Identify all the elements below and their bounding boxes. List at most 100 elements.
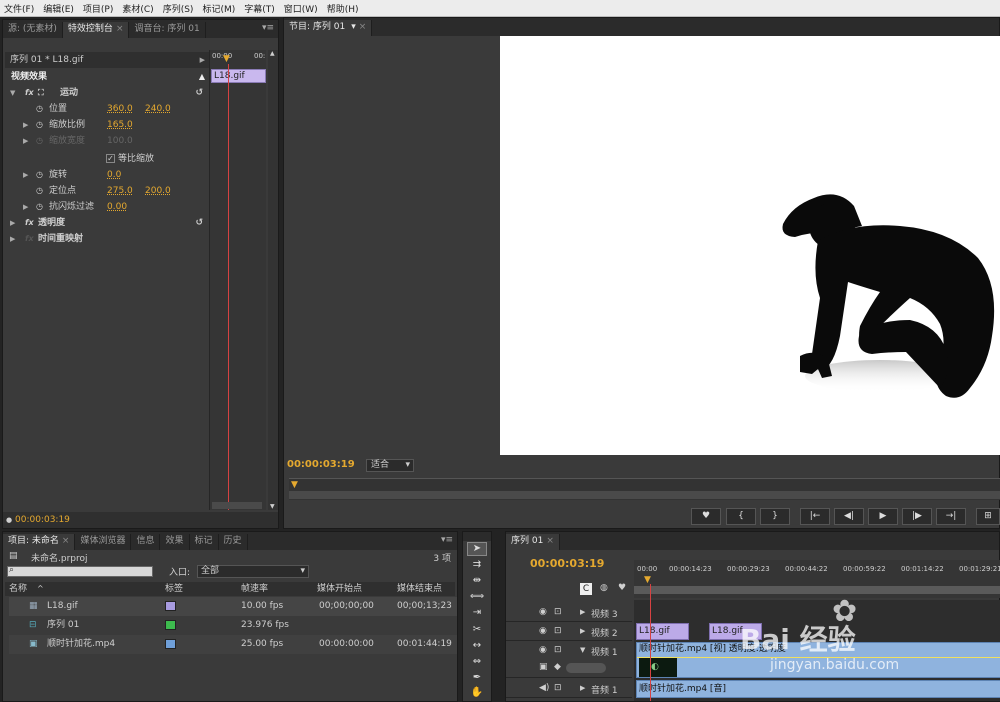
panel-menu-icon[interactable]: ▾≡ bbox=[441, 535, 453, 545]
column-name[interactable]: 名称 bbox=[9, 582, 27, 596]
scroll-up-icon[interactable]: ▲ bbox=[270, 50, 275, 57]
eye-icon[interactable]: ◉ bbox=[539, 645, 547, 655]
track-video-1[interactable]: ◉ ⊡ ▼ 视频 1 ▣ ◆ bbox=[506, 642, 632, 678]
in-dropdown[interactable]: 全部 ▾ bbox=[197, 565, 309, 578]
expand-triangle-icon[interactable]: ▶ bbox=[580, 627, 585, 635]
expand-triangle-icon[interactable]: ▶ bbox=[580, 684, 585, 692]
lock-icon[interactable]: ⊡ bbox=[554, 626, 562, 636]
close-icon[interactable]: × bbox=[62, 536, 70, 546]
menu-help[interactable]: 帮助(H) bbox=[327, 2, 359, 15]
close-icon[interactable]: × bbox=[116, 24, 124, 34]
close-icon[interactable]: × bbox=[546, 536, 554, 546]
expand-triangle-icon[interactable]: ▶ bbox=[10, 215, 15, 231]
effect-motion-row[interactable]: ▼ fx ⛶ 运动 ↺ bbox=[5, 85, 209, 101]
keyframe-nav[interactable] bbox=[566, 663, 606, 673]
export-frame-button[interactable]: ⊞ bbox=[976, 508, 1000, 525]
collapse-triangle-icon[interactable]: ▼ bbox=[580, 646, 585, 654]
reset-icon[interactable]: ↺ bbox=[195, 85, 203, 101]
expand-triangle-icon[interactable]: ▶ bbox=[23, 117, 28, 133]
ripple-edit-tool-icon[interactable]: ⇹ bbox=[467, 575, 487, 589]
scroll-down-icon[interactable]: ▼ bbox=[270, 503, 275, 510]
position-x-value[interactable]: 360.0 bbox=[107, 101, 133, 117]
scale-value[interactable]: 165.0 bbox=[107, 117, 133, 133]
track-video-2[interactable]: ◉ ⊡ ▶ 视频 2 bbox=[506, 623, 632, 641]
tab-source[interactable]: 源: (无素材) bbox=[3, 22, 63, 38]
expand-triangle-icon[interactable]: ▶ bbox=[580, 608, 585, 616]
track-video-3[interactable]: ◉ ⊡ ▶ 视频 3 bbox=[506, 604, 632, 622]
hand-tool-icon[interactable]: ✋ bbox=[467, 687, 487, 701]
play-triangle-icon[interactable]: ▶ bbox=[200, 52, 205, 68]
table-row[interactable]: ⊟ 序列 01 23.976 fps bbox=[9, 616, 457, 635]
go-to-in-button[interactable]: |← bbox=[800, 508, 830, 525]
step-back-button[interactable]: ◀| bbox=[834, 508, 864, 525]
speaker-icon[interactable]: ◀) bbox=[539, 683, 549, 693]
reset-icon[interactable]: ↺ bbox=[195, 215, 203, 231]
anchor-y-value[interactable]: 200.0 bbox=[145, 183, 171, 199]
uniform-scale-checkbox[interactable]: ✓ bbox=[106, 154, 115, 163]
lock-icon[interactable]: ⊡ bbox=[554, 607, 562, 617]
razor-tool-icon[interactable]: ✂ bbox=[467, 624, 487, 638]
tab-markers[interactable]: 标记 bbox=[190, 534, 219, 550]
tab-audio-mixer[interactable]: 调音台: 序列 01 bbox=[129, 22, 206, 38]
table-row[interactable]: ▦ L18.gif 10.00 fps 00;00;00;00 00;00;13… bbox=[9, 597, 457, 616]
expand-triangle-icon[interactable]: ▶ bbox=[23, 167, 28, 183]
menu-project[interactable]: 项目(P) bbox=[83, 2, 113, 15]
anchor-x-value[interactable]: 275.0 bbox=[107, 183, 133, 199]
stopwatch-icon[interactable]: ◷ bbox=[36, 101, 43, 117]
stopwatch-icon[interactable]: ◷ bbox=[36, 167, 43, 183]
collapse-up-icon[interactable]: ▲ bbox=[199, 69, 205, 85]
step-forward-button[interactable]: |▶ bbox=[902, 508, 932, 525]
zoom-scrollbar[interactable] bbox=[289, 491, 1000, 499]
playhead-marker-icon[interactable]: ▼ bbox=[223, 54, 230, 64]
eye-icon[interactable]: ◉ bbox=[539, 607, 547, 617]
tab-sequence[interactable]: 序列 01 × bbox=[506, 534, 560, 550]
tab-effect-controls[interactable]: 特效控制台 × bbox=[62, 22, 130, 38]
work-area-bar[interactable] bbox=[634, 586, 1000, 594]
stopwatch-icon[interactable]: ◷ bbox=[36, 183, 43, 199]
pen-tool-icon[interactable]: ✒ bbox=[467, 672, 487, 686]
slide-tool-icon[interactable]: ⇔ bbox=[467, 656, 487, 670]
dropdown-arrow-icon[interactable]: ▾ bbox=[351, 22, 356, 32]
lock-icon[interactable]: ⊡ bbox=[554, 645, 562, 655]
fit-dropdown[interactable]: 适合 ▾ bbox=[366, 459, 414, 472]
search-input[interactable]: ⌕ bbox=[7, 565, 153, 577]
effect-time-remap-row[interactable]: ▶ fx 时间重映射 bbox=[5, 231, 209, 247]
tab-program[interactable]: 节目: 序列 01 ▾ × bbox=[284, 20, 373, 36]
program-time-ruler[interactable]: ▼ bbox=[289, 478, 1000, 500]
timeline-playhead[interactable] bbox=[650, 584, 651, 701]
expand-triangle-icon[interactable]: ▶ bbox=[10, 231, 15, 247]
lock-icon[interactable]: ⊡ bbox=[554, 683, 562, 693]
label-color-swatch[interactable] bbox=[165, 620, 176, 630]
rolling-edit-tool-icon[interactable]: ⟺ bbox=[467, 591, 487, 605]
sequence-marker-icon[interactable]: ◍ bbox=[600, 583, 608, 593]
antiflicker-value[interactable]: 0.00 bbox=[107, 199, 127, 215]
label-color-swatch[interactable] bbox=[165, 601, 176, 611]
stopwatch-icon[interactable]: ◷ bbox=[36, 117, 43, 133]
tab-media-browser[interactable]: 媒体浏览器 bbox=[75, 534, 132, 550]
menu-sequence[interactable]: 序列(S) bbox=[163, 2, 194, 15]
table-row[interactable]: ▣ 顺时针加花.mp4 25.00 fps 00:00:00:00 00:01:… bbox=[9, 635, 457, 654]
slip-tool-icon[interactable]: ↔ bbox=[467, 640, 487, 654]
label-color-swatch[interactable] bbox=[165, 639, 176, 649]
panel-menu-icon[interactable]: ▾≡ bbox=[262, 23, 274, 33]
track-select-tool-icon[interactable]: ⇉ bbox=[467, 559, 487, 573]
menu-edit[interactable]: 编辑(E) bbox=[43, 2, 74, 15]
play-button[interactable]: ▶ bbox=[868, 508, 898, 525]
column-media-start[interactable]: 媒体开始点 bbox=[317, 582, 362, 596]
expand-triangle-icon[interactable]: ▶ bbox=[23, 199, 28, 215]
keyframe-icon[interactable]: ◆ bbox=[554, 662, 561, 672]
timeline-timecode[interactable]: 00:00:03:19 bbox=[530, 557, 604, 570]
menu-clip[interactable]: 素材(C) bbox=[122, 2, 153, 15]
column-label[interactable]: 标签 bbox=[165, 582, 183, 596]
menu-marker[interactable]: 标记(M) bbox=[202, 2, 235, 15]
add-marker-button[interactable]: ♥ bbox=[691, 508, 721, 525]
tab-effects[interactable]: 效果 bbox=[160, 534, 190, 550]
tab-info[interactable]: 信息 bbox=[131, 534, 161, 550]
selection-tool-icon[interactable]: ➤ bbox=[467, 542, 487, 556]
timeline-ruler[interactable]: 00:00 00:00:14:23 00:00:29:23 00:00:44:2… bbox=[634, 560, 1000, 598]
effect-opacity-row[interactable]: ▶ fx 透明度 ↺ bbox=[5, 215, 209, 231]
position-y-value[interactable]: 240.0 bbox=[145, 101, 171, 117]
add-marker-icon[interactable]: ♥ bbox=[618, 583, 626, 593]
rate-stretch-tool-icon[interactable]: ⇥ bbox=[467, 607, 487, 621]
menu-title[interactable]: 字幕(T) bbox=[244, 2, 275, 15]
